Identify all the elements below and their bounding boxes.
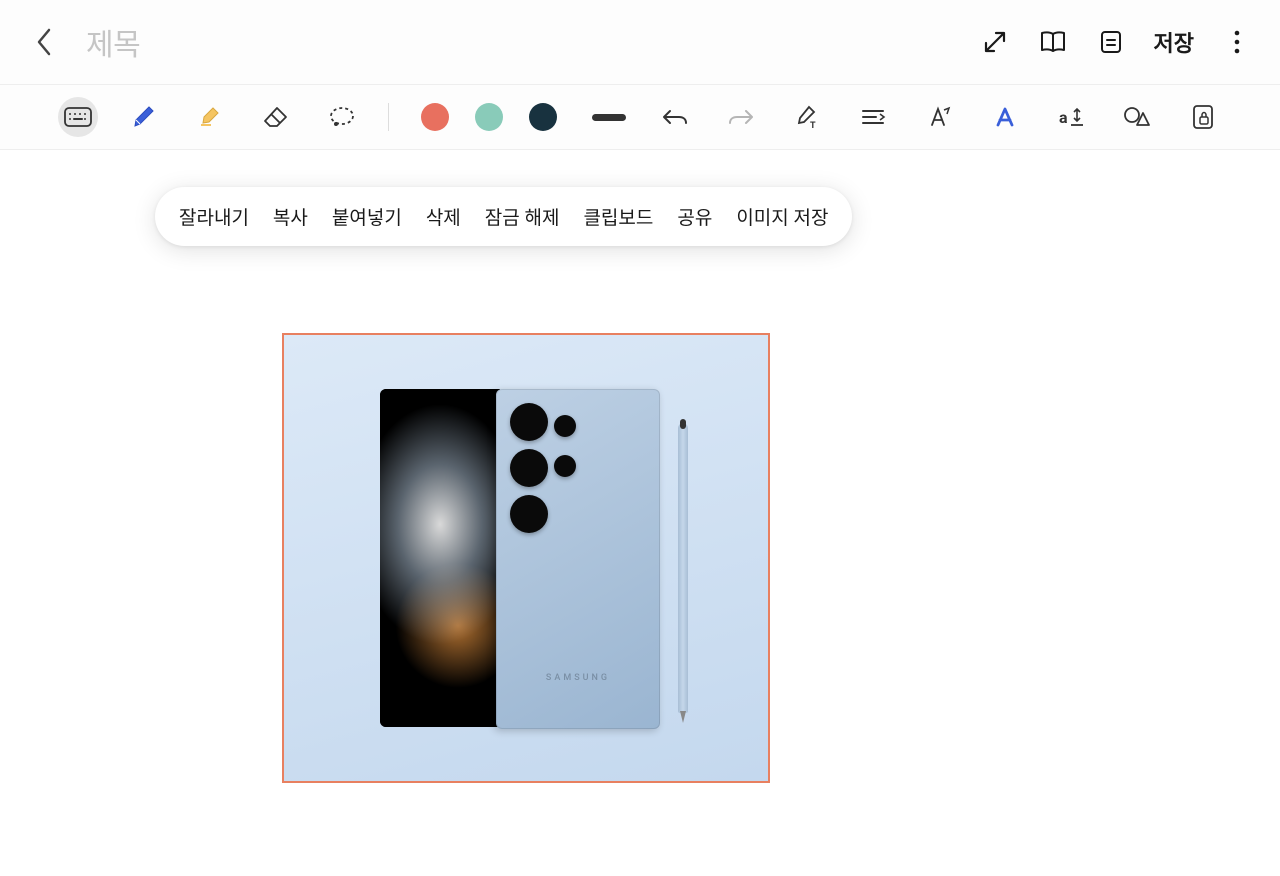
back-button[interactable] <box>28 26 60 58</box>
italic-text-icon <box>926 105 952 129</box>
expand-icon <box>982 29 1008 55</box>
text-size-tool[interactable]: a <box>1051 97 1091 137</box>
text-style-tool[interactable] <box>919 97 959 137</box>
save-button[interactable]: 저장 <box>1154 26 1194 58</box>
handwriting-to-text-tool[interactable]: T <box>787 97 827 137</box>
eraser-tool[interactable] <box>256 97 296 137</box>
highlighter-tool[interactable] <box>190 97 230 137</box>
camera-lens <box>554 455 576 477</box>
page-template-button[interactable] <box>1096 27 1126 57</box>
color-teal[interactable] <box>469 97 509 137</box>
keyboard-icon <box>64 107 92 127</box>
chevron-left-icon <box>35 28 53 56</box>
lock-tool[interactable] <box>1183 97 1223 137</box>
context-menu: 잘라내기 복사 붙여넣기 삭제 잠금 해제 클립보드 공유 이미지 저장 <box>155 187 852 246</box>
undo-button[interactable] <box>655 97 695 137</box>
toolbar-inner: T a <box>58 97 1223 137</box>
font-style-icon <box>994 105 1016 129</box>
image-content: SAMSUNG <box>284 335 768 781</box>
align-icon <box>860 106 886 128</box>
align-tool[interactable] <box>853 97 893 137</box>
header-left: 제목 <box>28 20 140 64</box>
redo-icon <box>727 107 755 127</box>
note-title-input[interactable]: 제목 <box>86 20 140 64</box>
shape-icon <box>1123 105 1151 129</box>
phone-front <box>380 389 500 727</box>
highlighter-icon <box>197 104 223 130</box>
color-swatch-red <box>421 103 449 131</box>
pen-to-text-icon: T <box>794 104 820 130</box>
brand-label: SAMSUNG <box>496 673 660 683</box>
ctx-delete[interactable]: 삭제 <box>426 203 461 230</box>
more-vertical-icon <box>1233 29 1241 55</box>
color-red[interactable] <box>415 97 455 137</box>
svg-text:a: a <box>1059 108 1068 127</box>
text-size-icon: a <box>1057 105 1085 129</box>
more-options-button[interactable] <box>1222 27 1252 57</box>
undo-icon <box>661 107 689 127</box>
ctx-copy[interactable]: 복사 <box>273 203 308 230</box>
redo-button[interactable] <box>721 97 761 137</box>
keyboard-tool[interactable] <box>58 97 98 137</box>
fullscreen-button[interactable] <box>980 27 1010 57</box>
color-swatch-dark <box>529 103 557 131</box>
line-thickness-tool[interactable] <box>589 97 629 137</box>
phone-back: SAMSUNG <box>496 389 660 729</box>
lock-page-icon <box>1191 104 1215 130</box>
eraser-icon <box>263 106 289 128</box>
s-pen <box>678 423 688 713</box>
lasso-tool[interactable] <box>322 97 362 137</box>
ctx-cut[interactable]: 잘라내기 <box>179 203 249 230</box>
toolbar: T a <box>0 84 1280 150</box>
camera-lens <box>510 449 548 487</box>
font-tool[interactable] <box>985 97 1025 137</box>
note-canvas[interactable]: 잘라내기 복사 붙여넣기 삭제 잠금 해제 클립보드 공유 이미지 저장 SAM… <box>0 150 1280 876</box>
toolbar-separator <box>388 103 389 131</box>
selected-image[interactable]: SAMSUNG <box>282 333 770 783</box>
header-right: 저장 <box>980 26 1252 58</box>
camera-lens <box>510 495 548 533</box>
shape-tool[interactable] <box>1117 97 1157 137</box>
ctx-paste[interactable]: 붙여넣기 <box>332 203 402 230</box>
camera-lens <box>510 403 548 441</box>
camera-lens <box>554 415 576 437</box>
line-icon <box>592 114 626 121</box>
book-icon <box>1039 29 1067 55</box>
phone-wallpaper <box>380 389 500 727</box>
reading-mode-button[interactable] <box>1038 27 1068 57</box>
ctx-clipboard[interactable]: 클립보드 <box>583 203 653 230</box>
ctx-unlock[interactable]: 잠금 해제 <box>485 203 560 230</box>
ctx-save-image[interactable]: 이미지 저장 <box>736 203 828 230</box>
app-header: 제목 저장 <box>0 0 1280 84</box>
svg-text:T: T <box>810 121 816 130</box>
ctx-share[interactable]: 공유 <box>677 203 712 230</box>
lasso-icon <box>328 106 356 128</box>
pen-icon <box>131 104 157 130</box>
color-swatch-teal <box>475 103 503 131</box>
page-icon <box>1099 29 1123 55</box>
color-dark[interactable] <box>523 97 563 137</box>
pen-tool[interactable] <box>124 97 164 137</box>
